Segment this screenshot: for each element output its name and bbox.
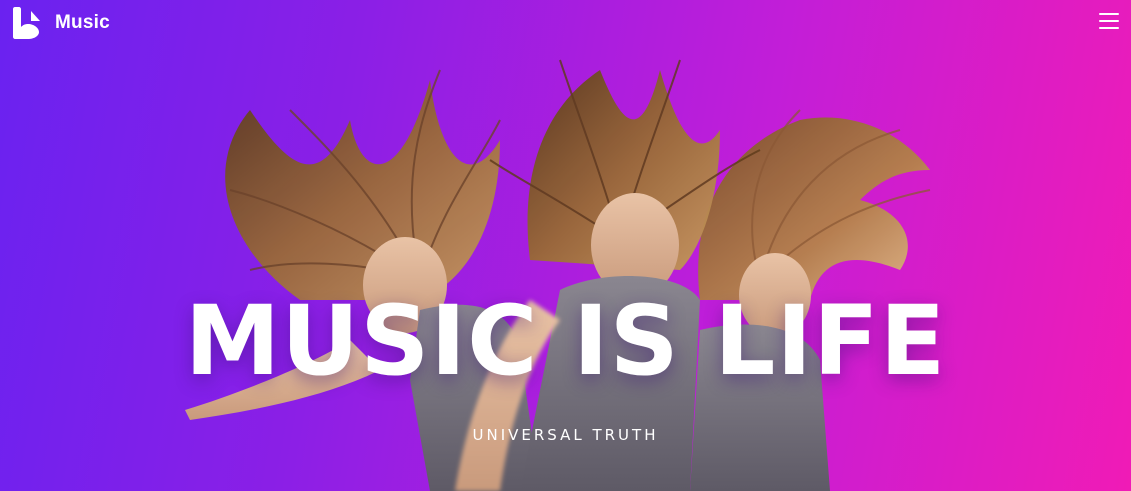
hero-tagline: UNIVERSAL TRUTH [472,426,659,444]
brand-link[interactable]: Music [11,7,110,39]
hero-section: Music MUSIC IS LIFE UNIVERSAL TRUTH [0,0,1131,491]
brand-name: Music [55,12,110,33]
navbar: Music [0,0,1131,48]
music-logo-icon [13,7,40,39]
menu-line [1099,20,1119,22]
hero-photo [185,59,931,491]
hamburger-menu-icon[interactable] [1099,13,1119,29]
menu-line [1099,27,1119,29]
menu-line [1099,13,1119,15]
hero-headline: MUSIC IS LIFE [184,285,947,397]
